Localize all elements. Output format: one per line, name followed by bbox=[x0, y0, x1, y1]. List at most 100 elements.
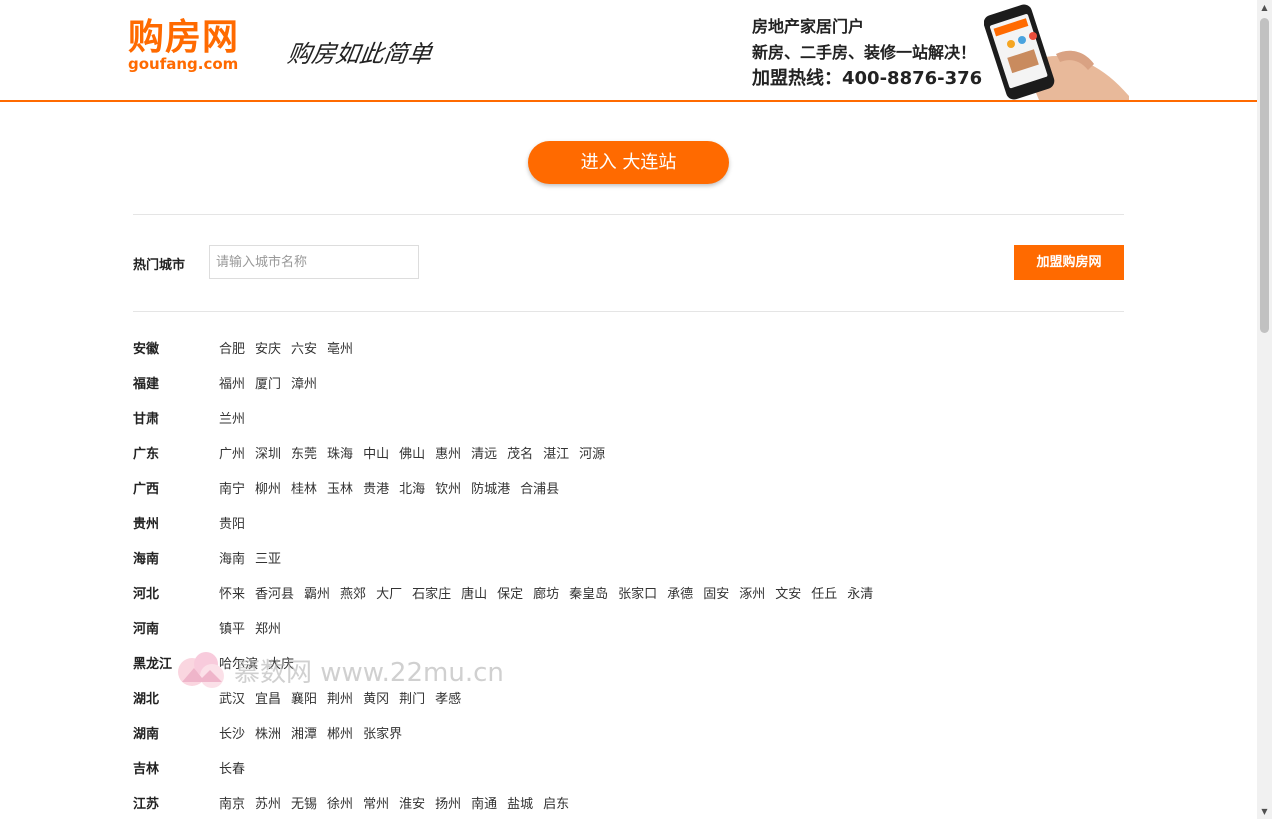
city-link[interactable]: 襄阳 bbox=[291, 692, 317, 707]
city-link[interactable]: 茂名 bbox=[507, 447, 533, 462]
city-link[interactable]: 张家口 bbox=[618, 587, 657, 602]
province-city-list: 安徽 合肥 安庆 六安 亳州 福建 福州 厦门 漳州 甘肃 兰州 广东 广州 深圳 东莞 珠海 中山 佛山 惠州 清远… bbox=[133, 332, 1124, 819]
province-name: 海南 bbox=[133, 552, 160, 567]
province-city-links: 怀来 香河县 霸州 燕郊 大厂 石家庄 唐山 保定 廊坊 秦皇岛 张家口 承德 固安 涿州 文安 任丘 永清 bbox=[219, 577, 883, 612]
province-name: 黑龙江 bbox=[133, 657, 173, 672]
city-link[interactable]: 南通 bbox=[471, 797, 497, 812]
city-link[interactable]: 燕郊 bbox=[340, 587, 366, 602]
city-link[interactable]: 长沙 bbox=[219, 727, 245, 742]
city-link[interactable]: 武汉 bbox=[219, 692, 245, 707]
city-link[interactable]: 珠海 bbox=[327, 447, 353, 462]
city-link[interactable]: 盐城 bbox=[507, 797, 533, 812]
city-link[interactable]: 海南 bbox=[219, 552, 245, 567]
city-link[interactable]: 南宁 bbox=[219, 482, 245, 497]
city-link[interactable]: 扬州 bbox=[435, 797, 461, 812]
city-link[interactable]: 大庆 bbox=[268, 657, 294, 672]
city-link[interactable]: 涿州 bbox=[739, 587, 765, 602]
city-link[interactable]: 石家庄 bbox=[412, 587, 451, 602]
city-link[interactable]: 廊坊 bbox=[533, 587, 559, 602]
province-city-links: 兰州 bbox=[219, 402, 255, 437]
city-link[interactable]: 柳州 bbox=[255, 482, 281, 497]
city-link[interactable]: 三亚 bbox=[255, 552, 281, 567]
city-link[interactable]: 河源 bbox=[579, 447, 605, 462]
city-link[interactable]: 东莞 bbox=[291, 447, 317, 462]
city-link[interactable]: 哈尔滨 bbox=[219, 657, 258, 672]
city-link[interactable]: 秦皇岛 bbox=[569, 587, 608, 602]
city-link[interactable]: 福州 bbox=[219, 377, 245, 392]
city-link[interactable]: 孝感 bbox=[435, 692, 461, 707]
city-search-input[interactable] bbox=[209, 245, 419, 279]
city-link[interactable]: 常州 bbox=[363, 797, 389, 812]
city-link[interactable]: 贵港 bbox=[363, 482, 389, 497]
province-name: 贵州 bbox=[133, 517, 160, 532]
city-link[interactable]: 厦门 bbox=[255, 377, 281, 392]
city-link[interactable]: 惠州 bbox=[435, 447, 461, 462]
city-link[interactable]: 镇平 bbox=[219, 622, 245, 637]
hot-cities-label: 热门城市 bbox=[133, 258, 186, 273]
city-link[interactable]: 广州 bbox=[219, 447, 245, 462]
city-link[interactable]: 漳州 bbox=[291, 377, 317, 392]
province-city-links: 南宁 柳州 桂林 玉林 贵港 北海 钦州 防城港 合浦县 bbox=[219, 472, 569, 507]
city-link[interactable]: 保定 bbox=[497, 587, 523, 602]
city-link[interactable]: 张家界 bbox=[363, 727, 402, 742]
city-link[interactable]: 任丘 bbox=[811, 587, 837, 602]
promo-text: 房地产家居门户 新房、二手房、装修一站解决！ 加盟热线：400-8876-376 bbox=[752, 14, 982, 92]
city-link[interactable]: 六安 bbox=[291, 342, 317, 357]
city-link[interactable]: 桂林 bbox=[291, 482, 317, 497]
city-link[interactable]: 怀来 bbox=[219, 587, 245, 602]
city-link[interactable]: 株洲 bbox=[255, 727, 281, 742]
city-link[interactable]: 深圳 bbox=[255, 447, 281, 462]
join-goufang-button[interactable]: 加盟购房网 bbox=[1014, 245, 1124, 280]
city-link[interactable]: 南京 bbox=[219, 797, 245, 812]
vertical-scrollbar[interactable]: ▲ ▼ bbox=[1257, 0, 1272, 819]
city-link[interactable]: 固安 bbox=[703, 587, 729, 602]
city-link[interactable]: 长春 bbox=[219, 762, 245, 777]
city-link[interactable]: 荆州 bbox=[327, 692, 353, 707]
city-link[interactable]: 亳州 bbox=[327, 342, 353, 357]
city-link[interactable]: 苏州 bbox=[255, 797, 281, 812]
city-link[interactable]: 防城港 bbox=[471, 482, 510, 497]
city-link[interactable]: 郑州 bbox=[255, 622, 281, 637]
province-row: 海南 海南 三亚 bbox=[133, 542, 1124, 577]
scroll-up-arrow-icon[interactable]: ▲ bbox=[1257, 0, 1272, 15]
city-link[interactable]: 承德 bbox=[667, 587, 693, 602]
city-link[interactable]: 黄冈 bbox=[363, 692, 389, 707]
city-link[interactable]: 湘潭 bbox=[291, 727, 317, 742]
province-name: 河南 bbox=[133, 622, 160, 637]
scroll-thumb[interactable] bbox=[1260, 18, 1269, 333]
city-link[interactable]: 无锡 bbox=[291, 797, 317, 812]
city-link[interactable]: 淮安 bbox=[399, 797, 425, 812]
city-link[interactable]: 贵阳 bbox=[219, 517, 245, 532]
city-link[interactable]: 钦州 bbox=[435, 482, 461, 497]
province-row: 江苏 南京 苏州 无锡 徐州 常州 淮安 扬州 南通 盐城 启东 bbox=[133, 787, 1124, 819]
city-link[interactable]: 大厂 bbox=[376, 587, 402, 602]
city-link[interactable]: 永清 bbox=[847, 587, 873, 602]
enter-city-site-button[interactable]: 进入 大连站 bbox=[528, 141, 729, 184]
province-city-links: 镇平 郑州 bbox=[219, 612, 291, 647]
city-link[interactable]: 玉林 bbox=[327, 482, 353, 497]
city-link[interactable]: 北海 bbox=[399, 482, 425, 497]
promo-line-hotline: 加盟热线：400-8876-376 bbox=[752, 68, 983, 89]
city-link[interactable]: 荆门 bbox=[399, 692, 425, 707]
city-link[interactable]: 宜昌 bbox=[255, 692, 281, 707]
city-link[interactable]: 安庆 bbox=[255, 342, 281, 357]
city-link[interactable]: 佛山 bbox=[399, 447, 425, 462]
province-row: 河南 镇平 郑州 bbox=[133, 612, 1124, 647]
city-link[interactable]: 清远 bbox=[471, 447, 497, 462]
city-link[interactable]: 郴州 bbox=[327, 727, 353, 742]
province-name: 河北 bbox=[133, 587, 160, 602]
city-link[interactable]: 唐山 bbox=[461, 587, 487, 602]
site-logo[interactable]: 购房网 goufang.com bbox=[128, 18, 258, 73]
city-link[interactable]: 中山 bbox=[363, 447, 389, 462]
city-link[interactable]: 文安 bbox=[775, 587, 801, 602]
city-link[interactable]: 启东 bbox=[543, 797, 569, 812]
city-link[interactable]: 徐州 bbox=[327, 797, 353, 812]
province-row: 黑龙江 哈尔滨 大庆 bbox=[133, 647, 1124, 682]
city-link[interactable]: 香河县 bbox=[255, 587, 294, 602]
city-link[interactable]: 合浦县 bbox=[520, 482, 559, 497]
city-link[interactable]: 湛江 bbox=[543, 447, 569, 462]
city-link[interactable]: 霸州 bbox=[304, 587, 330, 602]
city-link[interactable]: 合肥 bbox=[219, 342, 245, 357]
city-link[interactable]: 兰州 bbox=[219, 412, 245, 427]
scroll-down-arrow-icon[interactable]: ▼ bbox=[1257, 804, 1272, 819]
